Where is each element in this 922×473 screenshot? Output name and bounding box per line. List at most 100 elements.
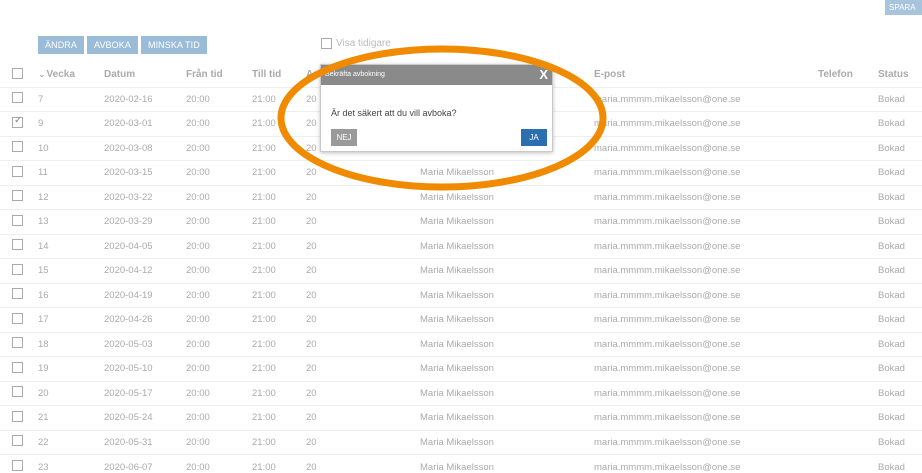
fran-tid-cell: 20:00 — [186, 209, 252, 234]
row-select-cell[interactable] — [0, 209, 38, 234]
till-tid-cell: 21:00 — [252, 184, 306, 210]
reduce-time-button[interactable]: MINSKA TID — [140, 36, 207, 54]
col-datum[interactable]: Datum — [104, 63, 186, 87]
row-select-cell[interactable] — [0, 331, 38, 357]
row-checkbox[interactable] — [12, 460, 23, 471]
telefon-cell — [818, 111, 878, 136]
table-row[interactable]: 21 2020-05-24 20:00 21:00 20 Maria Mikaelsson… — [0, 405, 922, 430]
namn-cell: Maria Mikaelsson — [420, 258, 594, 283]
col-till-tid[interactable]: Till tid — [252, 63, 306, 87]
till-tid-cell: 21:00 — [252, 160, 306, 185]
telefon-cell — [818, 429, 878, 455]
row-checkbox[interactable] — [12, 337, 23, 349]
cancel-booking-button[interactable]: AVBOKA — [87, 36, 138, 54]
table-row[interactable]: 15 2020-04-12 20:00 21:00 20 Maria Mikaelsson… — [0, 258, 922, 283]
yes-button[interactable]: JA — [521, 129, 547, 146]
select-all-cell[interactable] — [0, 63, 38, 87]
row-select-cell[interactable] — [0, 282, 38, 308]
row-select-cell[interactable] — [0, 454, 38, 473]
table-row[interactable]: 20 2020-05-17 20:00 21:00 20 Maria Mikaelsson… — [0, 380, 922, 406]
datum-cell: 2020-03-08 — [104, 135, 186, 161]
row-select-cell[interactable] — [0, 258, 38, 283]
namn-cell: Maria Mikaelsson — [420, 307, 594, 332]
dialog-title: Bekräfta avbokning — [325, 71, 385, 78]
fran-tid-cell: 20:00 — [186, 380, 252, 406]
col-epost[interactable]: E-post — [594, 63, 818, 87]
namn-cell: Maria Mikaelsson — [420, 380, 594, 406]
row-select-cell[interactable] — [0, 86, 38, 112]
telefon-cell — [818, 405, 878, 430]
row-checkbox[interactable] — [12, 214, 23, 226]
datum-cell: 2020-04-19 — [104, 282, 186, 308]
datum-cell: 2020-05-03 — [104, 331, 186, 357]
telefon-cell — [818, 258, 878, 283]
table-row[interactable]: 14 2020-04-05 20:00 21:00 20 Maria Mikaelsson… — [0, 233, 922, 259]
col-fran-tid[interactable]: Från tid — [186, 63, 252, 87]
row-checkbox[interactable] — [12, 386, 23, 398]
row-select-cell[interactable] — [0, 160, 38, 185]
table-row[interactable]: 11 2020-03-15 20:00 21:00 20 Maria Mikaelsson… — [0, 160, 922, 185]
col-telefon[interactable]: Telefon — [818, 63, 878, 87]
row-checkbox[interactable] — [12, 263, 23, 275]
epost-cell: maria.mmmm.mikaelsson@one.se — [594, 233, 818, 259]
status-cell: Bokad — [878, 307, 922, 332]
datum-cell: 2020-05-10 — [104, 356, 186, 381]
datum-cell: 2020-06-07 — [104, 454, 186, 473]
row-checkbox[interactable] — [12, 141, 23, 153]
row-checkbox[interactable] — [12, 165, 23, 177]
row-checkbox[interactable] — [12, 435, 23, 447]
vecka-cell: 10 — [38, 135, 104, 161]
epost-cell: maria.mmmm.mikaelsson@one.se — [594, 135, 818, 161]
antal-cell: 20 — [306, 209, 420, 234]
vecka-cell: 15 — [38, 258, 104, 283]
row-checkbox[interactable] — [12, 410, 23, 422]
select-all-checkbox[interactable] — [12, 67, 23, 79]
col-vecka[interactable]: ⌄Vecka — [38, 63, 104, 87]
row-checkbox[interactable] — [12, 312, 23, 324]
table-row[interactable]: 22 2020-05-31 20:00 21:00 20 Maria Mikaelsson… — [0, 429, 922, 455]
table-row[interactable]: 13 2020-03-29 20:00 21:00 20 Maria Mikaelsson… — [0, 209, 922, 234]
datum-cell: 2020-03-22 — [104, 184, 186, 210]
till-tid-cell: 21:00 — [252, 86, 306, 112]
status-cell: Bokad — [878, 258, 922, 283]
till-tid-cell: 21:00 — [252, 233, 306, 259]
telefon-cell — [818, 86, 878, 112]
row-select-cell[interactable] — [0, 405, 38, 430]
show-previous-toggle[interactable]: Visa tidigare — [321, 38, 391, 49]
row-checkbox[interactable] — [12, 239, 23, 251]
fran-tid-cell: 20:00 — [186, 282, 252, 308]
table-row[interactable]: 17 2020-04-26 20:00 21:00 20 Maria Mikaelsson… — [0, 307, 922, 332]
row-checkbox[interactable] — [12, 361, 23, 373]
row-select-cell[interactable] — [0, 429, 38, 455]
table-row[interactable]: 19 2020-05-10 20:00 21:00 20 Maria Mikaelsson… — [0, 356, 922, 381]
row-select-cell[interactable] — [0, 184, 38, 210]
table-row[interactable]: 18 2020-05-03 20:00 21:00 20 Maria Mikaelsson… — [0, 331, 922, 357]
row-checkbox[interactable] — [12, 92, 23, 104]
epost-cell: maria.mmmm.mikaelsson@one.se — [594, 405, 818, 430]
row-select-cell[interactable] — [0, 307, 38, 332]
till-tid-cell: 21:00 — [252, 405, 306, 430]
table-row[interactable]: 16 2020-04-19 20:00 21:00 20 Maria Mikaelsson… — [0, 282, 922, 308]
row-select-cell[interactable] — [0, 356, 38, 381]
no-button[interactable]: NEJ — [331, 129, 357, 146]
show-previous-checkbox[interactable] — [321, 38, 332, 49]
row-checkbox[interactable] — [12, 190, 23, 202]
till-tid-cell: 21:00 — [252, 307, 306, 332]
close-icon[interactable]: X — [539, 65, 548, 85]
row-select-cell[interactable] — [0, 111, 38, 136]
save-button[interactable]: SPARA — [885, 0, 922, 15]
row-checkbox[interactable] — [12, 115, 23, 128]
row-select-cell[interactable] — [0, 380, 38, 406]
row-select-cell[interactable] — [0, 233, 38, 259]
epost-cell: maria.mmmm.mikaelsson@one.se — [594, 184, 818, 210]
row-select-cell[interactable] — [0, 135, 38, 161]
change-button[interactable]: ÄNDRA — [38, 36, 85, 54]
namn-cell: Maria Mikaelsson — [420, 405, 594, 430]
col-status[interactable]: Status — [878, 63, 922, 87]
epost-cell: maria.mmmm.mikaelsson@one.se — [594, 429, 818, 455]
row-checkbox[interactable] — [12, 288, 23, 300]
table-row[interactable]: 23 2020-06-07 20:00 21:00 20 Maria Mikaelsson… — [0, 454, 922, 473]
datum-cell: 2020-04-05 — [104, 233, 186, 259]
table-row[interactable]: 12 2020-03-22 20:00 21:00 20 Maria Mikaelsson… — [0, 184, 922, 210]
vecka-cell: 11 — [38, 160, 104, 185]
